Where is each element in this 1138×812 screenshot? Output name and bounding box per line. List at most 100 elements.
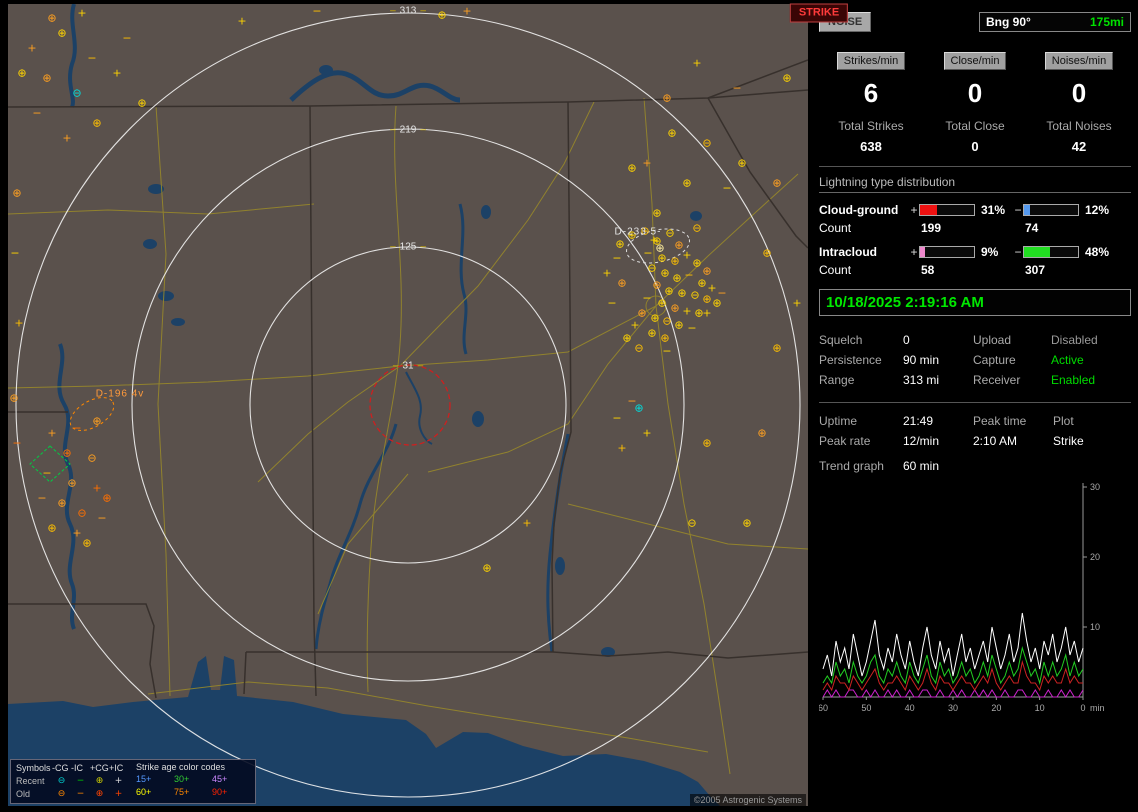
trend-graph: 10 20 30 60 50 40 30 20 10 0 min [818, 479, 1131, 728]
divider [819, 402, 1131, 403]
legend-cell: -IC [71, 763, 83, 773]
minus-sign: − [1014, 245, 1022, 259]
plus-sign: + [910, 245, 918, 259]
peak-rate-value: 12/min [903, 434, 940, 448]
capture-status: Active [1051, 353, 1084, 367]
ic-positive-bar [919, 246, 975, 258]
total-noises-value: 42 [1071, 139, 1087, 154]
legend-cell: 45+ [212, 774, 228, 784]
squelch-value: 0 [903, 333, 910, 347]
capture-label: Capture [973, 353, 1016, 367]
persistence-label: Persistence [819, 353, 882, 367]
cg-count-label: Count [819, 221, 852, 235]
minus-sign: − [1014, 203, 1022, 217]
strike-mode-button[interactable]: STRIKE [789, 3, 849, 22]
nexstorm-app: ⊕ ⊕ ⊕ ⊕ ⊖ ⊕ − ⊕ ⊕ + ⊕ ⊕ ⊖ ⊕ ⊕ − ⊕ + ⊕ ⊕ ⊕ ⊖ ⊕ − ⊕ ⊕ + ⊕ ⊕ ⊖ ⊕ − ⊕ + ⊕ ⊕ − + ⊕ −… [0, 0, 1138, 812]
svg-text:min: min [1090, 703, 1105, 713]
intracloud-count-row: Count 58 307 [819, 263, 1131, 277]
map-legend: Symbols -CG -IC +CG +IC Recent ⊖ − ⊕ + Old ⊖ − ⊕ + Str… [10, 759, 256, 804]
settings-section: Squelch 0 Upload Disabled Persistence 90… [819, 330, 1131, 390]
legend-cell: 60+ [136, 787, 152, 797]
control-panel: STRIKE NOISE Bng 90° 175mi Strikes/min C… [789, 0, 1138, 812]
total-strikes-value: 638 [860, 139, 882, 154]
legend-cell: ⊕ [95, 776, 104, 786]
totals-values-row: 638 0 42 [819, 133, 1131, 154]
totals-labels-row: Total Strikes Total Close Total Noises [819, 119, 1131, 133]
peak-time-label: Peak time [973, 414, 1027, 428]
legend-cell: Old [16, 789, 31, 799]
cg-positive-count: 199 [921, 221, 942, 235]
upload-label: Upload [973, 333, 1012, 347]
legend-cell: 30+ [174, 774, 190, 784]
svg-text:60: 60 [819, 703, 828, 713]
legend-cell: ⊕ [95, 789, 104, 799]
squelch-label: Squelch [819, 333, 863, 347]
strikes-per-min-label: Strikes/min [836, 52, 906, 70]
svg-text:10: 10 [1090, 622, 1100, 632]
ic-positive-count: 58 [921, 263, 935, 277]
trend-graph-plot: 10 20 30 60 50 40 30 20 10 0 min [818, 479, 1119, 725]
cloud-ground-row: Cloud-ground + 31% − 12% [819, 203, 1131, 217]
datetime-display: 10/18/2025 2:19:16 AM [819, 289, 1131, 316]
legend-cell: 15+ [136, 774, 152, 784]
cloud-ground-count-row: Count 199 74 [819, 221, 1131, 235]
legend-cell: 90+ [212, 787, 228, 797]
ic-negative-pct: 48% [1085, 245, 1110, 259]
svg-text:50: 50 [861, 703, 871, 713]
receiver-status: Enabled [1051, 373, 1096, 387]
trend-graph-label: Trend graph [819, 459, 884, 473]
rate-values-row: 6 0 0 [819, 70, 1131, 119]
trend-graph-header: Trend graph 60 min [819, 455, 1131, 475]
legend-cell: Recent [16, 776, 45, 786]
legend-cell: ⊖ [57, 776, 66, 786]
cg-positive-bar [919, 204, 975, 216]
svg-text:30: 30 [1090, 482, 1100, 492]
range-label: Range [819, 373, 855, 387]
copyright-text: ©2005 Astrogenic Systems [689, 794, 806, 806]
legend-cell: − [76, 776, 85, 786]
intracloud-row: Intracloud + 9% − 48% [819, 245, 1131, 259]
legend-symbol-grid: Symbols -CG -IC +CG +IC Recent ⊖ − ⊕ + Old ⊖ − ⊕ + [16, 762, 128, 801]
uptime-value: 21:49 [903, 414, 934, 428]
total-noises-label: Total Noises [1046, 119, 1112, 133]
rate-chips-row: Strikes/min Close/min Noises/min [819, 52, 1131, 70]
svg-text:10: 10 [1035, 703, 1045, 713]
close-per-min-label: Close/min [943, 52, 1007, 70]
total-close-value: 0 [971, 139, 979, 154]
ic-negative-bar [1023, 246, 1079, 258]
upload-status: Disabled [1051, 333, 1098, 347]
receiver-label: Receiver [973, 373, 1021, 387]
legend-cell: -CG [52, 763, 69, 773]
persistence-value: 90 min [903, 353, 940, 367]
plot-label: Plot [1053, 414, 1074, 428]
cg-negative-count: 74 [1025, 221, 1039, 235]
strikes-per-min-value: 6 [863, 78, 879, 108]
legend-cell: +CG [90, 763, 109, 773]
trend-duration-value: 60 min [903, 459, 940, 473]
svg-text:20: 20 [991, 703, 1001, 713]
cg-negative-bar [1023, 204, 1079, 216]
status-section: Uptime 21:49 Peak time Plot Peak rate 12… [819, 411, 1131, 451]
ic-count-label: Count [819, 263, 852, 277]
legend-age-header: Strike age color codes [136, 762, 226, 772]
ic-negative-count: 307 [1025, 263, 1046, 277]
cg-positive-pct: 31% [981, 203, 1006, 217]
legend-cell: Symbols [16, 763, 51, 773]
svg-text:30: 30 [948, 703, 958, 713]
range-value: 313 mi [903, 373, 940, 387]
legend-age-codes: Strike age color codes 15+ 30+ 45+ 60+ 75+ 90… [136, 762, 250, 801]
total-close-label: Total Close [945, 119, 1005, 133]
legend-cell: 75+ [174, 787, 190, 797]
plus-sign: + [910, 203, 918, 217]
bearing-range: 175mi [1089, 15, 1124, 29]
cloud-ground-label: Cloud-ground [819, 203, 899, 217]
intracloud-label: Intracloud [819, 245, 878, 259]
noises-per-min-value: 0 [1071, 78, 1087, 108]
legend-cell: + [114, 776, 123, 786]
svg-text:20: 20 [1090, 552, 1100, 562]
peak-rate-label: Peak rate [819, 434, 871, 448]
legend-cell: ⊖ [57, 789, 66, 799]
divider [819, 166, 1131, 167]
lightning-map[interactable]: ⊕ ⊕ ⊕ ⊕ ⊖ ⊕ − ⊕ ⊕ + ⊕ ⊕ ⊖ ⊕ ⊕ − ⊕ + ⊕ ⊕ ⊕ ⊖ ⊕ − ⊕ ⊕ + ⊕ ⊕ ⊖ ⊕ − ⊕ + ⊕ ⊕ − + ⊕ −… [8, 4, 808, 806]
legend-cell: + [114, 789, 123, 799]
